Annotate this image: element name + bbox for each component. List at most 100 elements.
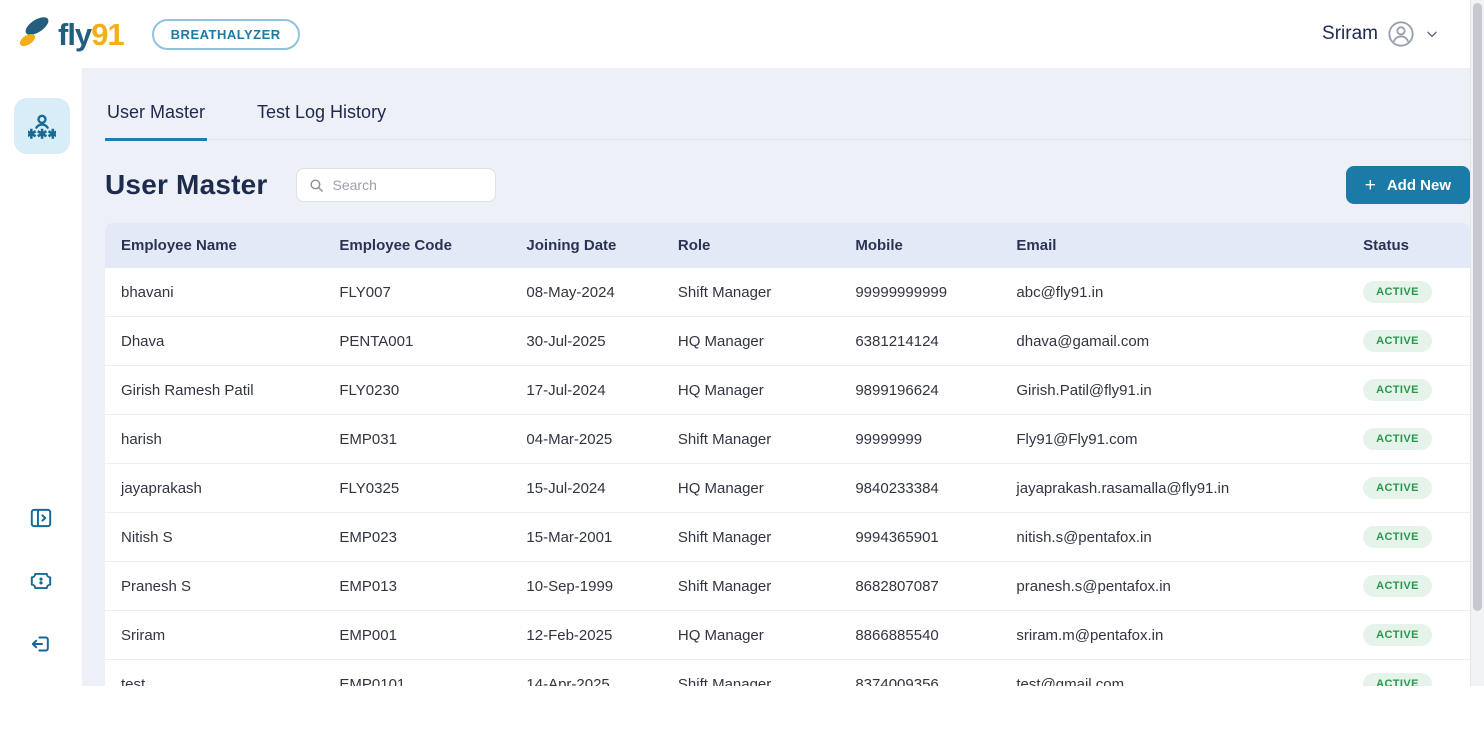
cell-code: EMP013 — [323, 562, 510, 611]
cell-code: EMP031 — [323, 415, 510, 464]
user-credentials-icon: ✱✱✱ — [28, 112, 56, 140]
svg-text:✱✱✱: ✱✱✱ — [28, 126, 56, 140]
cell-name: Sriram — [105, 611, 323, 660]
cell-role: Shift Manager — [662, 562, 839, 611]
ticket-icon[interactable] — [28, 568, 54, 594]
cell-mobile: 99999999 — [839, 415, 1000, 464]
table-row: DhavaPENTA00130-Jul-2025HQ Manager638121… — [105, 317, 1470, 366]
cell-joining: 17-Jul-2024 — [510, 366, 662, 415]
cell-role: Shift Manager — [662, 513, 839, 562]
table-row: jayaprakashFLY032515-Jul-2024HQ Manager9… — [105, 464, 1470, 513]
table-row: SriramEMP00112-Feb-2025HQ Manager8866885… — [105, 611, 1470, 660]
cell-email: dhava@gamail.com — [1000, 317, 1347, 366]
status-badge: ACTIVE — [1363, 575, 1432, 597]
app-window: fly91 BREATHALYZER Sriram — [0, 0, 1484, 744]
cell-code: EMP0101 — [323, 660, 510, 686]
cell-role: HQ Manager — [662, 611, 839, 660]
cell-status: ACTIVE — [1347, 464, 1470, 513]
table-header-row: Employee NameEmployee CodeJoining DateRo… — [105, 223, 1470, 268]
cell-mobile: 9899196624 — [839, 366, 1000, 415]
cell-status: ACTIVE — [1347, 366, 1470, 415]
cell-name: Pranesh S — [105, 562, 323, 611]
cell-status: ACTIVE — [1347, 562, 1470, 611]
tab-bar: User Master Test Log History — [105, 102, 1470, 140]
cell-name: jayaprakash — [105, 464, 323, 513]
cell-role: Shift Manager — [662, 660, 839, 686]
cell-joining: 12-Feb-2025 — [510, 611, 662, 660]
table-row: Nitish SEMP02315-Mar-2001Shift Manager99… — [105, 513, 1470, 562]
cell-status: ACTIVE — [1347, 660, 1470, 686]
cell-name: Girish Ramesh Patil — [105, 366, 323, 415]
add-new-button[interactable]: + Add New — [1346, 166, 1470, 204]
search-box[interactable] — [296, 168, 496, 202]
cell-email: Fly91@Fly91.com — [1000, 415, 1347, 464]
top-header: fly91 BREATHALYZER Sriram — [0, 0, 1484, 68]
cell-name: bhavani — [105, 268, 323, 317]
table-row: bhavaniFLY00708-May-2024Shift Manager999… — [105, 268, 1470, 317]
cell-joining: 08-May-2024 — [510, 268, 662, 317]
breathalyzer-badge: BREATHALYZER — [152, 19, 300, 50]
cell-joining: 15-Mar-2001 — [510, 513, 662, 562]
user-menu[interactable]: Sriram — [1322, 20, 1440, 48]
scrollbar-thumb[interactable] — [1473, 3, 1482, 611]
cell-joining: 30-Jul-2025 — [510, 317, 662, 366]
cell-status: ACTIVE — [1347, 513, 1470, 562]
cell-code: FLY0325 — [323, 464, 510, 513]
status-badge: ACTIVE — [1363, 673, 1432, 686]
main-panel: User Master Test Log History User Master… — [82, 68, 1484, 686]
cell-name: Dhava — [105, 317, 323, 366]
table-row: Pranesh SEMP01310-Sep-1999Shift Manager8… — [105, 562, 1470, 611]
sidebar-item-user-master[interactable]: ✱✱✱ — [14, 98, 70, 154]
user-name: Sriram — [1322, 23, 1378, 45]
cell-joining: 14-Apr-2025 — [510, 660, 662, 686]
cell-status: ACTIVE — [1347, 268, 1470, 317]
cell-role: HQ Manager — [662, 464, 839, 513]
column-header-code: Employee Code — [323, 223, 510, 268]
table-body: bhavaniFLY00708-May-2024Shift Manager999… — [105, 268, 1470, 686]
status-badge: ACTIVE — [1363, 330, 1432, 352]
status-badge: ACTIVE — [1363, 624, 1432, 646]
app-body: ✱✱✱ — [0, 68, 1484, 686]
fly91-logo[interactable]: fly91 — [14, 13, 124, 55]
cell-joining: 04-Mar-2025 — [510, 415, 662, 464]
table-row: testEMP010114-Apr-2025Shift Manager83740… — [105, 660, 1470, 686]
tab-user-master[interactable]: User Master — [105, 102, 207, 141]
cell-status: ACTIVE — [1347, 611, 1470, 660]
cell-role: HQ Manager — [662, 317, 839, 366]
status-badge: ACTIVE — [1363, 477, 1432, 499]
cell-code: FLY007 — [323, 268, 510, 317]
table-row: harishEMP03104-Mar-2025Shift Manager9999… — [105, 415, 1470, 464]
tab-test-log-history[interactable]: Test Log History — [255, 102, 388, 141]
column-header-email: Email — [1000, 223, 1347, 268]
cell-mobile: 99999999999 — [839, 268, 1000, 317]
avatar-icon — [1387, 20, 1415, 48]
column-header-role: Role — [662, 223, 839, 268]
cell-name: Nitish S — [105, 513, 323, 562]
logout-icon[interactable] — [28, 631, 54, 657]
panel-expand-icon[interactable] — [28, 505, 54, 531]
cell-code: EMP023 — [323, 513, 510, 562]
cell-code: FLY0230 — [323, 366, 510, 415]
cell-mobile: 8682807087 — [839, 562, 1000, 611]
search-input[interactable] — [333, 177, 514, 193]
cell-email: sriram.m@pentafox.in — [1000, 611, 1347, 660]
cell-email: nitish.s@pentafox.in — [1000, 513, 1347, 562]
status-badge: ACTIVE — [1363, 428, 1432, 450]
cell-name: test — [105, 660, 323, 686]
plus-icon: + — [1365, 176, 1376, 195]
cell-role: Shift Manager — [662, 415, 839, 464]
column-header-mobile: Mobile — [839, 223, 1000, 268]
search-icon — [308, 177, 325, 194]
cell-status: ACTIVE — [1347, 415, 1470, 464]
status-badge: ACTIVE — [1363, 281, 1432, 303]
toolbar: User Master + Add New — [105, 166, 1470, 204]
cell-role: Shift Manager — [662, 268, 839, 317]
cell-email: Girish.Patil@fly91.in — [1000, 366, 1347, 415]
cell-email: test@gmail.com — [1000, 660, 1347, 686]
logo-text: fly91 — [58, 19, 124, 50]
cell-mobile: 8374009356 — [839, 660, 1000, 686]
status-badge: ACTIVE — [1363, 526, 1432, 548]
cell-code: PENTA001 — [323, 317, 510, 366]
cell-joining: 10-Sep-1999 — [510, 562, 662, 611]
cell-mobile: 9994365901 — [839, 513, 1000, 562]
